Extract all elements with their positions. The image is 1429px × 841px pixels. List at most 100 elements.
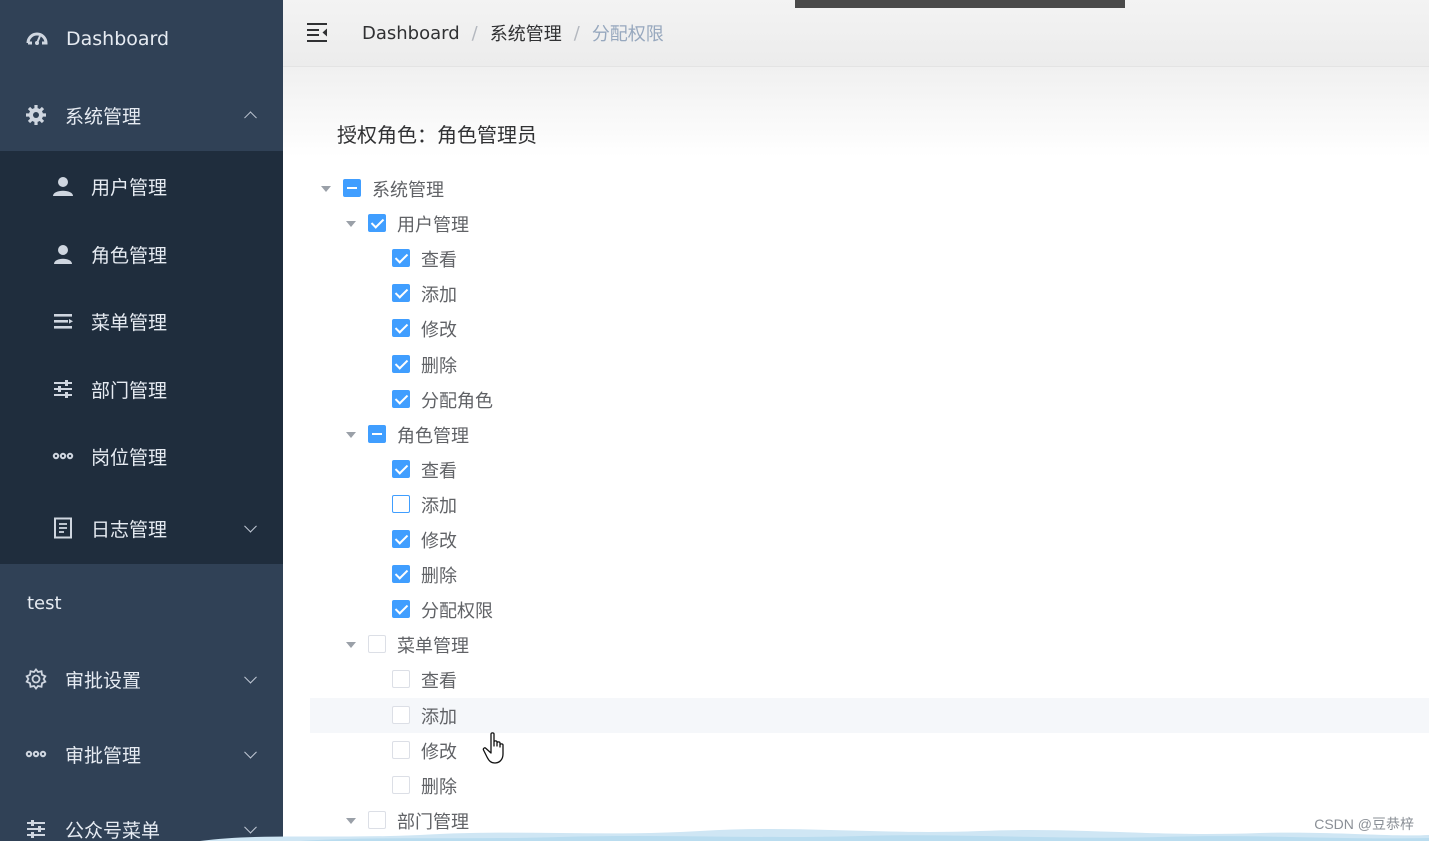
overlay-bar [795,0,1125,8]
tree-checkbox[interactable] [392,670,410,689]
sidebar-item-label: test [27,592,62,614]
settings-outline-icon [25,668,47,690]
tree-checkbox[interactable] [392,705,410,724]
tree-node-label: 菜单管理 [397,636,469,658]
sidebar-item-label: 审批管理 [65,744,142,767]
sidebar-item-label: 日志管理 [91,518,168,541]
tree-node[interactable]: 菜单管理 [310,627,1429,662]
chevron-down-icon [244,670,257,684]
breadcrumb-dashboard[interactable]: Dashboard [362,23,460,44]
sidebar-item-label: 系统管理 [65,105,142,128]
sidebar-item-roles[interactable]: 角色管理 [0,220,283,288]
sidebar-item-label: 岗位管理 [91,446,168,469]
caret-down-icon[interactable] [321,186,331,192]
tree-node[interactable]: 查看 [310,662,1429,697]
tree-node[interactable]: 添加 [310,276,1429,311]
tree-node-label: 修改 [421,531,457,552]
sidebar-item-test[interactable]: test [0,567,283,639]
tree-checkbox[interactable] [392,530,410,548]
tree-node-label: 分配权限 [421,601,493,623]
tree-node[interactable]: 添加 [310,487,1429,522]
caret-down-icon[interactable] [346,642,356,649]
sidebar-item-depts[interactable]: 部门管理 [0,355,283,423]
tree-node[interactable]: 角色管理 [310,417,1429,452]
tree-node[interactable]: 用户管理 [310,206,1429,241]
tree-node-label: 分配角色 [421,390,493,412]
tree-checkbox[interactable] [392,354,410,373]
tree-checkbox[interactable] [368,214,386,233]
sidebar: Dashboard 系统管理 用户管理 角色管理 菜单管理 部门管理 岗位管理 … [0,0,283,841]
hamburger-icon[interactable] [306,22,328,42]
tree-node[interactable]: 分配权限 [310,592,1429,627]
tree-node-label: 修改 [421,320,457,342]
tree-checkbox[interactable] [343,179,361,197]
tree-checkbox[interactable] [392,249,410,268]
decorative-wave [200,829,1429,841]
tree-node[interactable]: 修改 [310,311,1429,346]
sidebar-item-label: 部门管理 [91,379,168,402]
sidebar-item-posts[interactable]: 岗位管理 [0,422,283,490]
tree-node-label: 查看 [421,671,457,693]
dashboard-icon [26,28,48,50]
tree-node-label: 删除 [421,355,457,377]
tree-checkbox[interactable] [392,389,410,408]
sidebar-item-logs[interactable]: 日志管理 [0,494,283,562]
breadcrumb: Dashboard / 系统管理 / 分配权限 [362,20,664,46]
tree-checkbox[interactable] [368,635,386,654]
breadcrumb-separator: / [471,22,478,44]
main-content: 授权角色：角色管理员 系统管理 用户管理 查看 添加 修改 删除 分配角色 角色管理 查看 添加修… [283,67,1429,841]
tree-checkbox[interactable] [392,494,410,513]
tree-node[interactable]: 删除 [310,347,1429,382]
more-dots-icon [25,743,47,765]
tree-node[interactable]: 修改 [310,733,1429,768]
chevron-down-icon [244,745,257,759]
tree-checkbox[interactable] [392,459,410,478]
sidebar-item-label: 角色管理 [91,244,168,267]
tree-checkbox[interactable] [392,775,410,794]
tree-node-label: 查看 [421,250,457,272]
tree-node[interactable]: 系统管理 [310,171,1429,206]
tree-node-label: 用户管理 [397,215,469,237]
sidebar-item-label: 菜单管理 [91,311,168,334]
tree-checkbox[interactable] [392,740,410,759]
tree-node[interactable]: 添加 [310,697,1429,733]
tree-node-label: 删除 [421,566,457,588]
menu-list-icon [52,310,74,332]
watermark: CSDN @豆恭梓 [1314,816,1414,832]
chevron-up-icon [244,111,257,125]
sidebar-item-approval-settings[interactable]: 审批设置 [0,643,283,715]
tree-node-label: 查看 [421,460,457,482]
gear-icon [25,104,47,126]
tree-node[interactable]: 修改 [310,522,1429,557]
sidebar-item-system[interactable]: 系统管理 [0,79,283,151]
tree-checkbox[interactable] [392,284,410,303]
system-submenu: 用户管理 角色管理 菜单管理 部门管理 岗位管理 日志管理 [0,151,283,564]
tree-checkbox[interactable] [392,565,410,584]
tree-checkbox[interactable] [392,600,410,619]
hand-cursor-icon [482,732,504,764]
tree-node-label: 添加 [421,706,457,728]
tree-node-label: 角色管理 [397,425,469,447]
sidebar-item-label: 审批设置 [65,669,142,692]
caret-down-icon[interactable] [346,431,356,438]
tree-node[interactable]: 查看 [310,241,1429,276]
tree-node[interactable]: 删除 [310,768,1429,803]
sidebar-item-dashboard[interactable]: Dashboard [0,3,283,75]
sidebar-item-approval-manage[interactable]: 审批管理 [0,718,283,790]
chevron-down-icon [244,519,257,533]
caret-down-icon[interactable] [346,221,356,228]
sidebar-item-label: Dashboard [66,28,170,50]
tree-node-label: 删除 [421,776,457,798]
breadcrumb-separator: / [573,22,580,44]
tree-node[interactable]: 分配角色 [310,382,1429,417]
sidebar-item-label: 用户管理 [91,176,168,199]
tree-node[interactable]: 删除 [310,557,1429,592]
tree-node[interactable]: 查看 [310,452,1429,487]
tree-checkbox[interactable] [368,424,386,443]
role-title: 授权角色：角色管理员 [337,123,537,147]
breadcrumb-system[interactable]: 系统管理 [490,20,562,46]
tree-checkbox[interactable] [392,319,410,338]
sidebar-item-users[interactable]: 用户管理 [0,152,283,220]
sidebar-item-menus[interactable]: 菜单管理 [0,287,283,355]
navbar: Dashboard / 系统管理 / 分配权限 [283,0,1429,67]
